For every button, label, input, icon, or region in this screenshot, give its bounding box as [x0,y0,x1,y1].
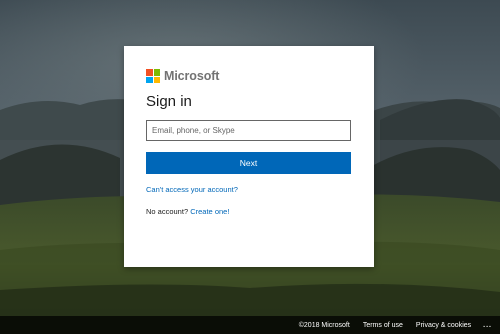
copyright-text: ©2018 Microsoft [298,321,350,329]
page: Microsoft Sign in Next Can't access your… [0,0,500,334]
microsoft-logo-icon [146,69,160,83]
next-button[interactable]: Next [146,152,351,174]
footer: ©2018 Microsoft Terms of use Privacy & c… [0,316,500,334]
signin-card: Microsoft Sign in Next Can't access your… [124,46,374,267]
no-account-row: No account? Create one! [146,207,229,216]
terms-of-use-link[interactable]: Terms of use [363,322,403,329]
no-account-text: No account? [146,207,189,216]
brand-name: Microsoft [164,69,220,83]
more-options-icon[interactable]: ... [483,322,492,329]
privacy-cookies-link[interactable]: Privacy & cookies [416,322,471,329]
page-title: Sign in [146,93,192,110]
create-account-link[interactable]: Create one! [190,207,229,216]
cant-access-account-link[interactable]: Can't access your account? [146,185,238,194]
email-input[interactable] [146,120,351,141]
brand: Microsoft [146,68,219,84]
